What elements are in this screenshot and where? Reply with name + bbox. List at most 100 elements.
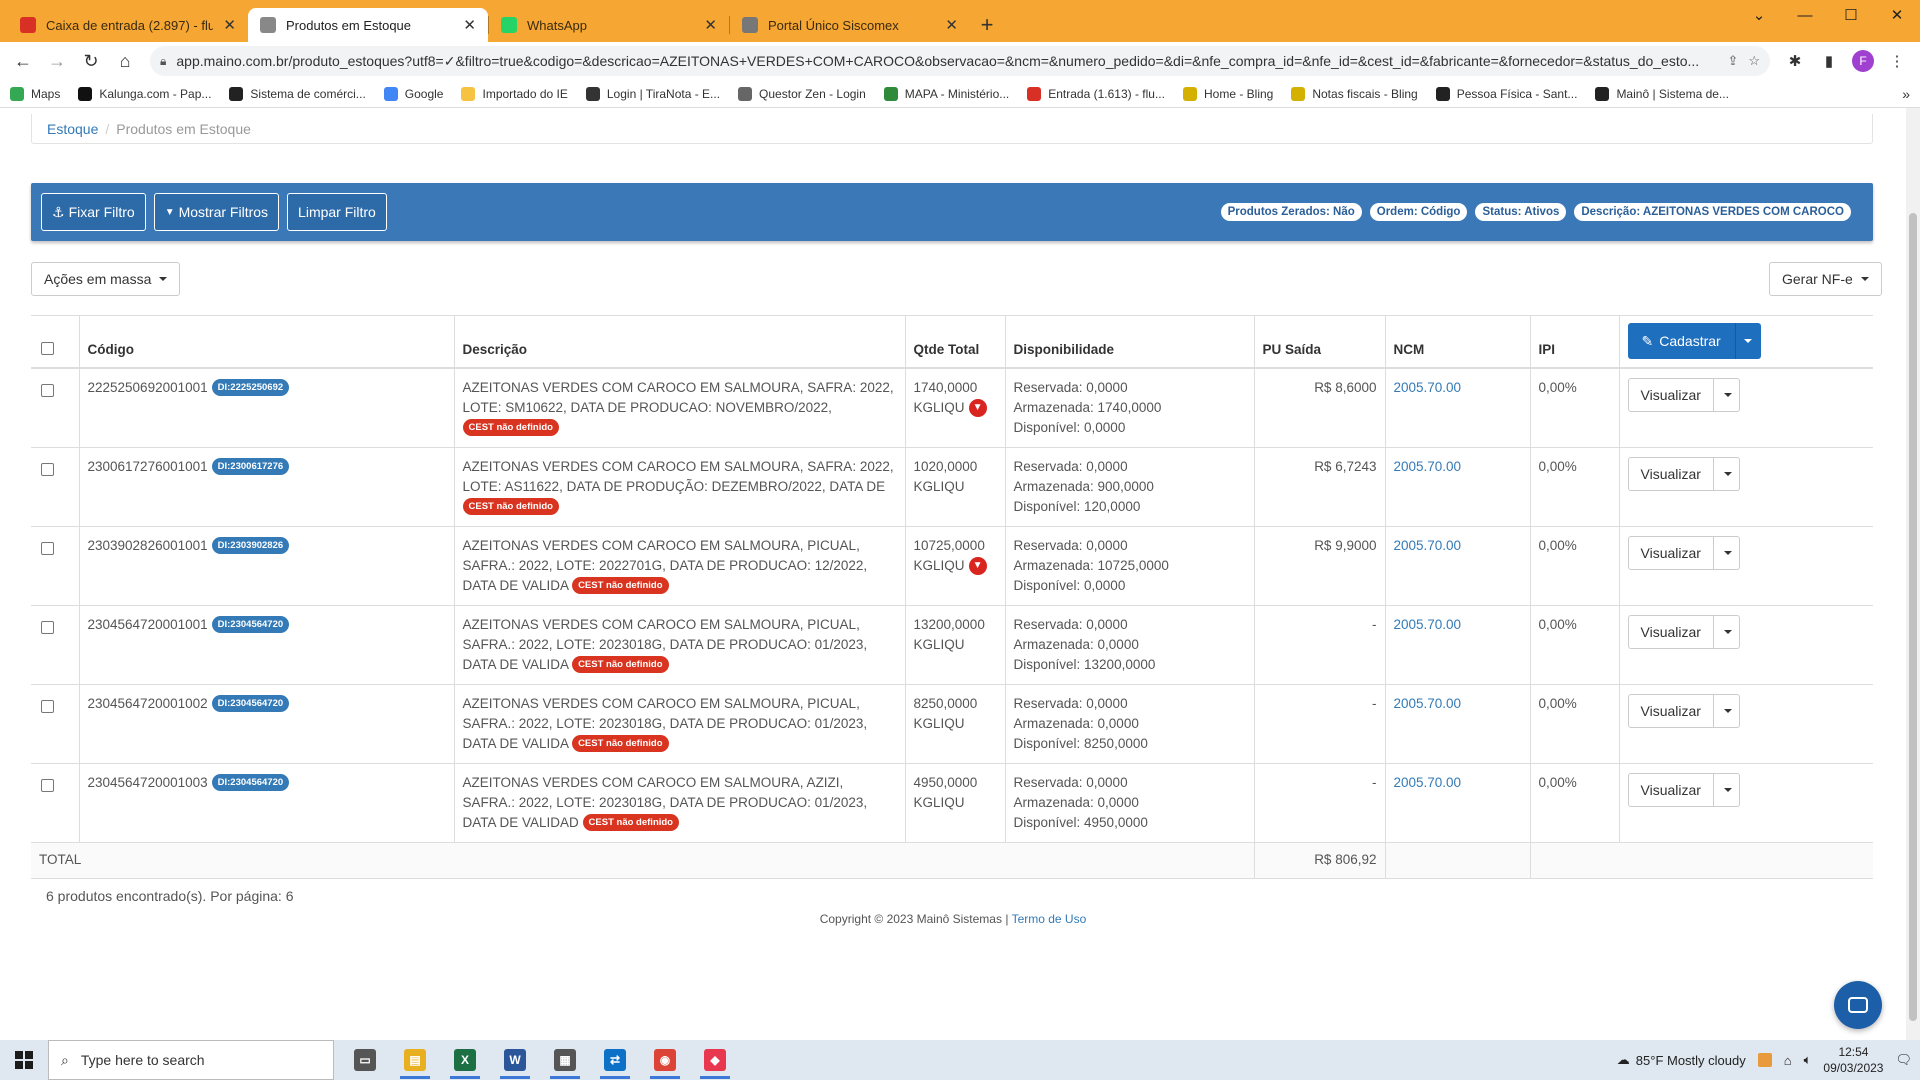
- ncm-link[interactable]: 2005.70.00: [1394, 617, 1462, 632]
- bookmark-item[interactable]: Pessoa Física - Sant...: [1435, 86, 1577, 101]
- volume-icon[interactable]: 🔈︎: [1804, 1052, 1812, 1068]
- di-badge[interactable]: DI:2304564720: [211, 774, 290, 791]
- taskbar-search[interactable]: ⌕ Type here to search: [48, 1040, 334, 1080]
- bookmark-item[interactable]: Sistema de comérci...: [229, 86, 366, 101]
- row-checkbox[interactable]: [41, 620, 54, 634]
- gerar-nfe-button[interactable]: Gerar NF-e: [1769, 262, 1882, 296]
- acoes-em-massa-button[interactable]: Ações em massa: [31, 262, 181, 296]
- menu-icon[interactable]: ⋮: [1882, 46, 1912, 76]
- browser-tab[interactable]: Caixa de entrada (2.897) - flush.li ✕: [8, 8, 248, 42]
- bookmark-item[interactable]: Questor Zen - Login: [738, 86, 866, 101]
- lock-icon[interactable]: 🔒︎: [160, 54, 166, 69]
- browser-tab[interactable]: Portal Único Siscomex ✕: [730, 8, 970, 42]
- extensions-icon[interactable]: ✱: [1780, 46, 1810, 76]
- ncm-link[interactable]: 2005.70.00: [1394, 696, 1462, 711]
- side-panel-icon[interactable]: ▮: [1814, 46, 1844, 76]
- notifications-icon[interactable]: 🗨︎: [1895, 1052, 1912, 1068]
- header-codigo[interactable]: Código: [78, 315, 454, 369]
- visualizar-dropdown-toggle[interactable]: [1713, 693, 1740, 728]
- close-tab-icon[interactable]: ✕: [223, 16, 236, 34]
- visualizar-dropdown-toggle[interactable]: [1713, 535, 1740, 570]
- close-tab-icon[interactable]: ✕: [704, 16, 717, 34]
- bookmark-item[interactable]: Notas fiscais - Bling: [1291, 86, 1418, 101]
- fixar-filtro-button[interactable]: ⚓︎ Fixar Filtro: [41, 193, 146, 231]
- maximize-icon[interactable]: ☐: [1828, 0, 1874, 30]
- minimize-icon[interactable]: —: [1782, 0, 1828, 30]
- taskbar-app[interactable]: ▭: [342, 1040, 388, 1080]
- bookmarks-overflow-icon[interactable]: »: [1902, 86, 1910, 102]
- taskbar-app[interactable]: ◆: [692, 1040, 738, 1080]
- header-qtde-total[interactable]: Qtde Total: [904, 315, 1005, 369]
- close-window-icon[interactable]: ✕: [1874, 0, 1920, 30]
- taskbar-app[interactable]: ◉: [642, 1040, 688, 1080]
- visualizar-dropdown-toggle[interactable]: [1713, 377, 1740, 412]
- bookmark-item[interactable]: Login | TiraNota - E...: [585, 86, 720, 101]
- row-checkbox[interactable]: [41, 462, 54, 476]
- bookmark-item[interactable]: MAPA - Ministério...: [883, 86, 1009, 101]
- browser-tab[interactable]: WhatsApp ✕: [489, 8, 729, 42]
- visualizar-button[interactable]: Visualizar: [1627, 456, 1714, 491]
- ncm-link[interactable]: 2005.70.00: [1394, 380, 1462, 395]
- di-badge[interactable]: DI:2304564720: [211, 616, 290, 633]
- taskbar-app[interactable]: W: [492, 1040, 538, 1080]
- header-descricao[interactable]: Descrição: [453, 315, 905, 369]
- visualizar-dropdown-toggle[interactable]: [1713, 456, 1740, 491]
- ncm-link[interactable]: 2005.70.00: [1394, 775, 1462, 790]
- taskbar-app[interactable]: ⇄: [592, 1040, 638, 1080]
- visualizar-dropdown-toggle[interactable]: [1713, 614, 1740, 649]
- visualizar-dropdown-toggle[interactable]: [1713, 772, 1740, 807]
- clock[interactable]: 12:54 09/03/2023: [1823, 1044, 1883, 1076]
- bookmark-item[interactable]: Mainô | Sistema de...: [1595, 86, 1729, 101]
- limpar-filtro-button[interactable]: Limpar Filtro: [287, 193, 387, 231]
- tab-search-icon[interactable]: ⌄: [1736, 0, 1782, 30]
- visualizar-button[interactable]: Visualizar: [1627, 693, 1714, 728]
- visualizar-button[interactable]: Visualizar: [1627, 614, 1714, 649]
- back-icon[interactable]: ←: [8, 46, 38, 76]
- network-icon[interactable]: ⌂: [1784, 1053, 1792, 1068]
- row-checkbox[interactable]: [41, 541, 54, 555]
- taskbar-app[interactable]: X: [442, 1040, 488, 1080]
- forward-icon[interactable]: →: [42, 46, 72, 76]
- bookmark-item[interactable]: Importado do IE: [461, 86, 568, 101]
- row-checkbox[interactable]: [41, 383, 54, 397]
- browser-tab[interactable]: Produtos em Estoque ✕: [248, 8, 488, 42]
- breadcrumb-estoque-link[interactable]: Estoque: [47, 121, 98, 137]
- bookmark-item[interactable]: Entrada (1.613) - flu...: [1027, 86, 1165, 101]
- bookmark-item[interactable]: Kalunga.com - Pap...: [78, 86, 211, 101]
- header-ncm[interactable]: NCM: [1384, 315, 1530, 369]
- header-ipi[interactable]: IPI: [1529, 315, 1619, 369]
- di-badge[interactable]: DI:2225250692: [211, 379, 290, 396]
- taskbar-app[interactable]: ▦: [542, 1040, 588, 1080]
- cadastrar-button[interactable]: ✎ Cadastrar: [1627, 323, 1735, 360]
- bookmark-item[interactable]: Maps: [10, 86, 60, 101]
- home-icon[interactable]: ⌂: [110, 46, 140, 76]
- di-badge[interactable]: DI:2300617276: [211, 458, 290, 475]
- scrollbar-thumb[interactable]: [1909, 213, 1917, 1021]
- bookmark-item[interactable]: Home - Bling: [1182, 86, 1273, 101]
- visualizar-button[interactable]: Visualizar: [1627, 377, 1714, 412]
- ncm-link[interactable]: 2005.70.00: [1394, 459, 1462, 474]
- chat-widget-button[interactable]: [1834, 981, 1882, 1029]
- new-tab-icon[interactable]: +: [970, 8, 1004, 42]
- reload-icon[interactable]: ↻: [76, 46, 106, 76]
- bookmark-star-icon[interactable]: ☆: [1748, 53, 1760, 69]
- termo-de-uso-link[interactable]: Termo de Uso: [1012, 912, 1087, 926]
- header-pu-saida[interactable]: PU Saída: [1253, 315, 1385, 369]
- taskbar-app[interactable]: ▤: [392, 1040, 438, 1080]
- header-disponibilidade[interactable]: Disponibilidade: [1004, 315, 1254, 369]
- bookmark-item[interactable]: Google: [383, 86, 443, 101]
- row-checkbox[interactable]: [41, 699, 54, 713]
- visualizar-button[interactable]: Visualizar: [1627, 535, 1714, 570]
- cadastrar-dropdown-toggle[interactable]: [1734, 323, 1761, 360]
- select-all-checkbox[interactable]: [41, 341, 54, 355]
- share-icon[interactable]: ⇪: [1727, 53, 1738, 69]
- ncm-link[interactable]: 2005.70.00: [1394, 538, 1462, 553]
- close-tab-icon[interactable]: ✕: [945, 16, 958, 34]
- weather-widget[interactable]: ☁︎ 85°F Mostly cloudy: [1617, 1052, 1746, 1068]
- mostrar-filtros-button[interactable]: ▼ Mostrar Filtros: [153, 193, 280, 231]
- row-checkbox[interactable]: [41, 778, 54, 792]
- page-scrollbar[interactable]: [1906, 108, 1920, 1040]
- di-badge[interactable]: DI:2304564720: [211, 695, 290, 712]
- address-bar[interactable]: 🔒︎ app.maino.com.br/produto_estoques?utf…: [150, 46, 1770, 76]
- di-badge[interactable]: DI:2303902826: [211, 537, 290, 554]
